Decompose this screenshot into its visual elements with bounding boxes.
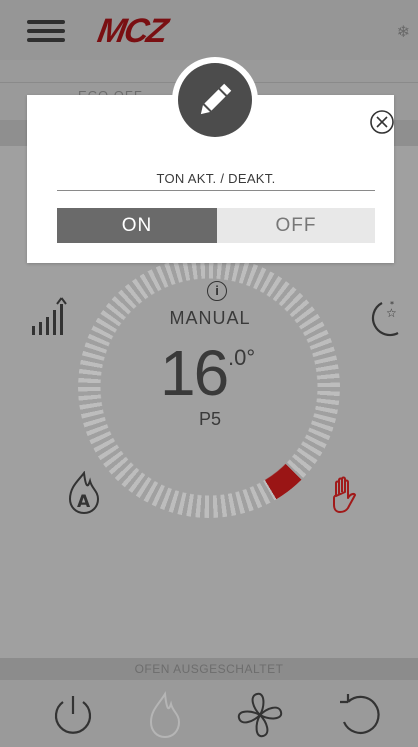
- on-off-toggle: ON OFF: [57, 208, 375, 243]
- app-screen: MCZ ❄ ECO OFF i MANUAL 16 .0° P5 ☆ * A: [0, 0, 418, 747]
- dialog-title: TON AKT. / DEAKT.: [156, 171, 276, 186]
- edit-badge: [172, 57, 258, 143]
- close-icon[interactable]: [369, 109, 395, 135]
- toggle-on-button[interactable]: ON: [57, 208, 217, 243]
- dialog-divider: [57, 190, 375, 191]
- pencil-icon: [200, 83, 232, 115]
- toggle-off-button[interactable]: OFF: [217, 208, 375, 243]
